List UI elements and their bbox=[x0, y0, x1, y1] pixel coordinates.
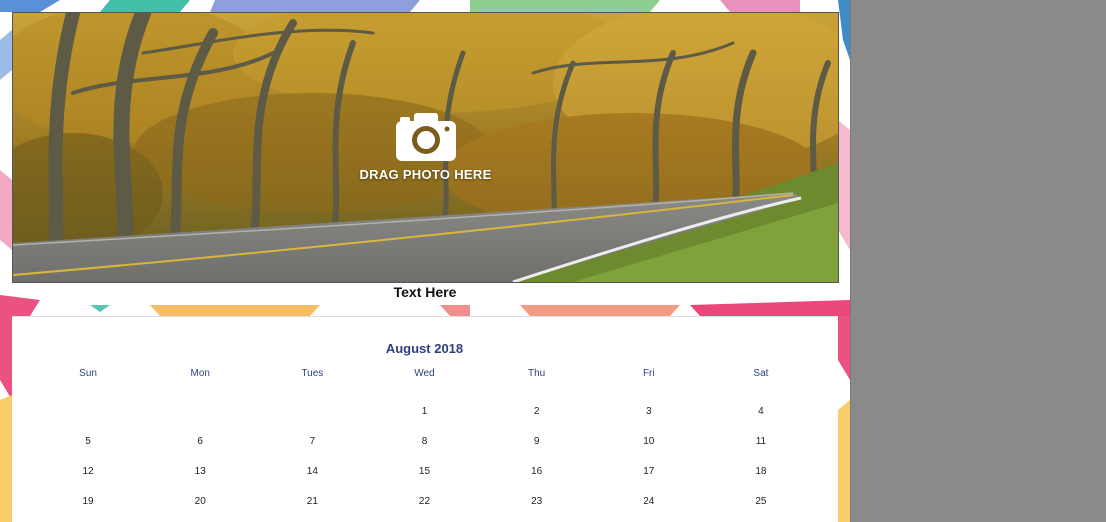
camera-icon bbox=[395, 113, 456, 161]
calendar-day: 15 bbox=[418, 466, 431, 477]
calendar-day: 22 bbox=[418, 496, 431, 507]
calendar-day: 21 bbox=[306, 496, 318, 507]
calendar-day: 25 bbox=[755, 496, 767, 507]
weekday-header: Fri bbox=[642, 368, 655, 379]
weekday-header: Thu bbox=[528, 368, 546, 379]
calendar-day: 3 bbox=[645, 406, 652, 417]
calendar-day bbox=[256, 397, 368, 427]
calendar-day: 31 bbox=[593, 517, 705, 522]
calendar-grid: Sun Mon Tues Wed Thu Fri Sat 1 2 3 4 5 6… bbox=[32, 367, 817, 522]
calendar-day bbox=[705, 517, 817, 522]
calendar-day bbox=[32, 397, 144, 427]
calendar-day: 17 bbox=[643, 466, 655, 477]
calendar-day bbox=[144, 397, 256, 427]
drag-photo-overlay[interactable]: DRAG PHOTO HERE bbox=[13, 13, 838, 282]
calendar-day: 16 bbox=[531, 466, 543, 477]
calendar-day: 26 bbox=[32, 517, 144, 522]
calendar-day: 29 bbox=[368, 517, 480, 522]
calendar-day: 4 bbox=[758, 406, 764, 417]
calendar-month-title: August 2018 bbox=[385, 341, 464, 356]
photo-dropzone[interactable]: DRAG PHOTO HERE bbox=[12, 12, 839, 283]
weekday-header: Wed bbox=[414, 368, 435, 379]
drag-photo-label: DRAG PHOTO HERE bbox=[359, 167, 492, 182]
calendar-day: 8 bbox=[421, 436, 428, 447]
calendar-day: 12 bbox=[82, 466, 94, 477]
calendar-day: 14 bbox=[306, 466, 318, 477]
calendar-day: 7 bbox=[309, 436, 316, 447]
calendar-day: 5 bbox=[85, 436, 91, 447]
calendar-day: 24 bbox=[643, 496, 655, 507]
weekday-header: Mon bbox=[190, 368, 210, 379]
calendar-page: DRAG PHOTO HERE Text Here August 2018 Su… bbox=[0, 0, 851, 522]
calendar-day: 1 bbox=[421, 406, 428, 417]
calendar-day: 23 bbox=[531, 496, 543, 507]
calendar-day: 18 bbox=[755, 466, 767, 477]
weekday-header: Tues bbox=[301, 368, 324, 379]
calendar-day: 11 bbox=[755, 436, 767, 447]
calendar-day: 30 bbox=[481, 517, 593, 522]
caption-text[interactable]: Text Here bbox=[0, 284, 850, 300]
calendar-day: 2 bbox=[533, 406, 540, 417]
weekday-header: Sun bbox=[79, 368, 97, 379]
calendar-day: 19 bbox=[82, 496, 94, 507]
calendar-day: 9 bbox=[533, 436, 540, 447]
calendar-day: 28 bbox=[256, 517, 368, 522]
calendar-panel: August 2018 Sun Mon Tues Wed Thu Fri Sat… bbox=[12, 316, 837, 522]
calendar-day: 20 bbox=[194, 496, 206, 507]
calendar-day: 6 bbox=[197, 436, 203, 447]
calendar-day: 27 bbox=[144, 517, 256, 522]
calendar-day: 13 bbox=[194, 466, 206, 477]
calendar-day: 10 bbox=[643, 436, 655, 447]
weekday-header: Sat bbox=[753, 368, 769, 379]
